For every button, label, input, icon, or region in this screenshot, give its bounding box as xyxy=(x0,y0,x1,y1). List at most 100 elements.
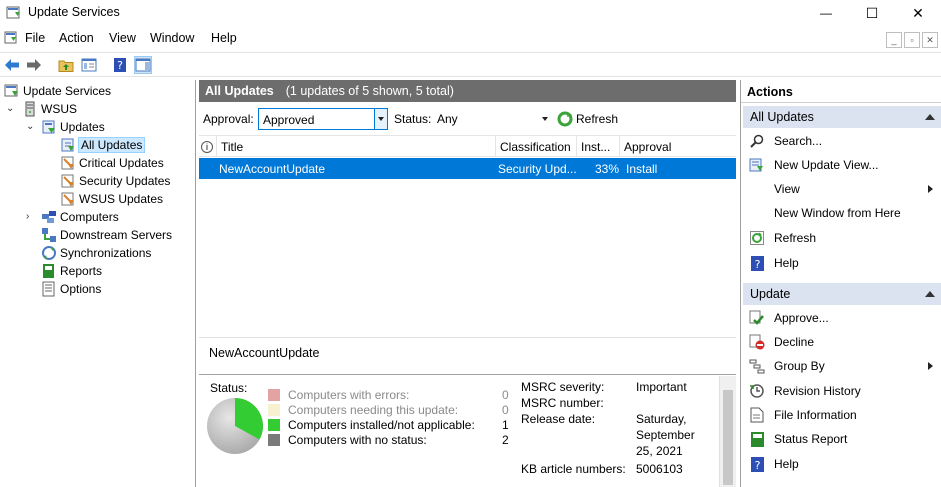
up-one-level-button[interactable] xyxy=(57,56,75,74)
legend-no-status: Computers with no status: 2 xyxy=(268,432,509,447)
security-updates-icon xyxy=(61,174,74,188)
tree-node-reports[interactable]: Reports xyxy=(41,262,102,280)
action-help[interactable]: ? Help xyxy=(743,251,941,275)
group-by-icon xyxy=(749,358,765,374)
menu-action[interactable]: Action xyxy=(59,31,94,45)
tree-node-critical-updates[interactable]: Critical Updates xyxy=(60,154,164,172)
toolbar: ? xyxy=(0,52,941,77)
release-date-label: Release date: xyxy=(521,412,596,426)
action-file-information[interactable]: File Information xyxy=(743,403,941,427)
console-tree-icon xyxy=(81,58,97,72)
submenu-arrow-icon xyxy=(928,185,933,193)
detail-scrollbar-thumb[interactable] xyxy=(723,390,733,485)
wsus-updates-icon xyxy=(61,192,74,206)
status-report-icon xyxy=(749,431,765,447)
legend-errors-count: 0 xyxy=(502,387,509,402)
critical-updates-icon xyxy=(61,156,74,170)
action-decline-label: Decline xyxy=(774,335,815,349)
refresh-filter-button[interactable]: Refresh xyxy=(557,110,618,128)
actions-section-all-updates[interactable]: All Updates xyxy=(743,106,941,128)
action-group-by[interactable]: Group By xyxy=(743,354,941,378)
computers-expand-chevron-icon[interactable]: › xyxy=(26,212,36,222)
title-column-header[interactable]: Title xyxy=(217,136,496,157)
help-book-icon: ? xyxy=(749,456,765,472)
info-column-header[interactable]: i xyxy=(199,136,217,157)
action-new-update-view[interactable]: New Update View... xyxy=(743,153,941,177)
actions-section-update[interactable]: Update xyxy=(743,283,941,305)
new-view-icon xyxy=(749,157,765,173)
forward-button[interactable] xyxy=(25,56,43,74)
action-refresh[interactable]: Refresh xyxy=(743,226,941,250)
tree-node-wsus-updates[interactable]: WSUS Updates xyxy=(60,190,163,208)
table-row[interactable]: NewAccountUpdate Security Upd... 33% Ins… xyxy=(199,158,736,179)
tree-node-update-services[interactable]: Update Services xyxy=(4,82,111,100)
tree-node-all-updates[interactable]: All Updates xyxy=(60,136,146,154)
action-search-label: Search... xyxy=(774,134,823,148)
menu-view[interactable]: View xyxy=(109,31,136,45)
close-button[interactable]: ✕ xyxy=(895,0,941,26)
show-hide-console-tree-button[interactable] xyxy=(80,56,98,74)
actions-section-update-label: Update xyxy=(750,287,791,301)
help-book-icon: ? xyxy=(114,58,126,72)
action-group-by-label: Group By xyxy=(774,359,825,373)
actions-section-all-updates-label: All Updates xyxy=(750,110,814,124)
action-new-window-label: New Window from Here xyxy=(774,206,901,220)
action-status-report[interactable]: Status Report xyxy=(743,427,941,451)
installed-column-header[interactable]: Inst... xyxy=(577,136,620,157)
msrc-severity-label: MSRC severity: xyxy=(521,380,605,394)
legend-errors-label: Computers with errors: xyxy=(288,387,410,402)
tree-node-updates[interactable]: Updates xyxy=(41,118,105,136)
legend-needing-count: 0 xyxy=(502,402,509,417)
updates-collapse-chevron-icon[interactable]: ⌄ xyxy=(26,122,36,132)
view-count: (1 updates of 5 shown, 5 total) xyxy=(285,84,454,98)
maximize-button[interactable]: ☐ xyxy=(849,0,895,26)
approve-icon xyxy=(749,310,765,326)
tree-node-wsus[interactable]: WSUS xyxy=(22,100,77,118)
menu-help[interactable]: Help xyxy=(211,31,237,45)
center-header: All Updates (1 updates of 5 shown, 5 tot… xyxy=(199,80,736,102)
action-view[interactable]: View xyxy=(743,177,941,201)
legend-installed: Computers installed/not applicable: 1 xyxy=(268,417,509,432)
action-help-label: Help xyxy=(774,256,799,270)
mdi-close-button[interactable]: ✕ xyxy=(922,32,938,48)
show-hide-action-pane-button[interactable] xyxy=(134,56,152,74)
minimize-button[interactable]: — xyxy=(803,0,849,26)
refresh-icon xyxy=(749,230,765,246)
menu-window[interactable]: Window xyxy=(150,31,194,45)
help-button[interactable]: ? xyxy=(111,56,129,74)
action-approve[interactable]: Approve... xyxy=(743,306,941,330)
downstream-servers-icon xyxy=(42,228,56,242)
decline-icon xyxy=(749,334,765,350)
file-information-icon xyxy=(749,407,765,423)
tree-node-computers[interactable]: Computers xyxy=(41,208,119,226)
detail-scrollbar[interactable] xyxy=(719,376,736,487)
updates-folder-icon xyxy=(42,120,55,134)
back-button[interactable] xyxy=(3,56,21,74)
tree-node-security-updates[interactable]: Security Updates xyxy=(60,172,170,190)
row-approval: Install xyxy=(626,161,658,176)
status-dropdown[interactable]: Any xyxy=(435,108,552,130)
classification-column-header[interactable]: Classification xyxy=(496,136,577,157)
wsus-collapse-chevron-icon[interactable]: ⌄ xyxy=(6,104,16,114)
action-new-window-from-here[interactable]: New Window from Here xyxy=(743,201,941,225)
approval-dropdown[interactable]: Approved xyxy=(258,108,388,130)
update-services-icon xyxy=(4,84,18,97)
tree-node-downstream-servers[interactable]: Downstream Servers xyxy=(41,226,172,244)
action-pane-icon xyxy=(135,58,151,72)
mdi-minimize-button[interactable]: _ xyxy=(886,32,902,48)
action-file-information-label: File Information xyxy=(774,408,857,422)
action-search[interactable]: Search... xyxy=(743,129,941,153)
options-icon xyxy=(42,281,55,297)
mdi-restore-button[interactable]: ▫ xyxy=(904,32,920,48)
action-update-help[interactable]: ? Help xyxy=(743,452,941,476)
tree-node-options[interactable]: Options xyxy=(41,280,101,298)
menu-file[interactable]: File xyxy=(25,31,45,45)
folder-up-icon xyxy=(58,60,74,72)
action-decline[interactable]: Decline xyxy=(743,330,941,354)
update-services-app-icon xyxy=(6,6,22,20)
filter-bar: Approval: Approved Status: Any Refresh xyxy=(199,105,736,133)
action-revision-history[interactable]: Revision History xyxy=(743,379,941,403)
synchronizations-icon xyxy=(42,246,56,260)
tree-node-synchronizations[interactable]: Synchronizations xyxy=(41,244,151,262)
approval-column-header[interactable]: Approval xyxy=(620,136,736,157)
